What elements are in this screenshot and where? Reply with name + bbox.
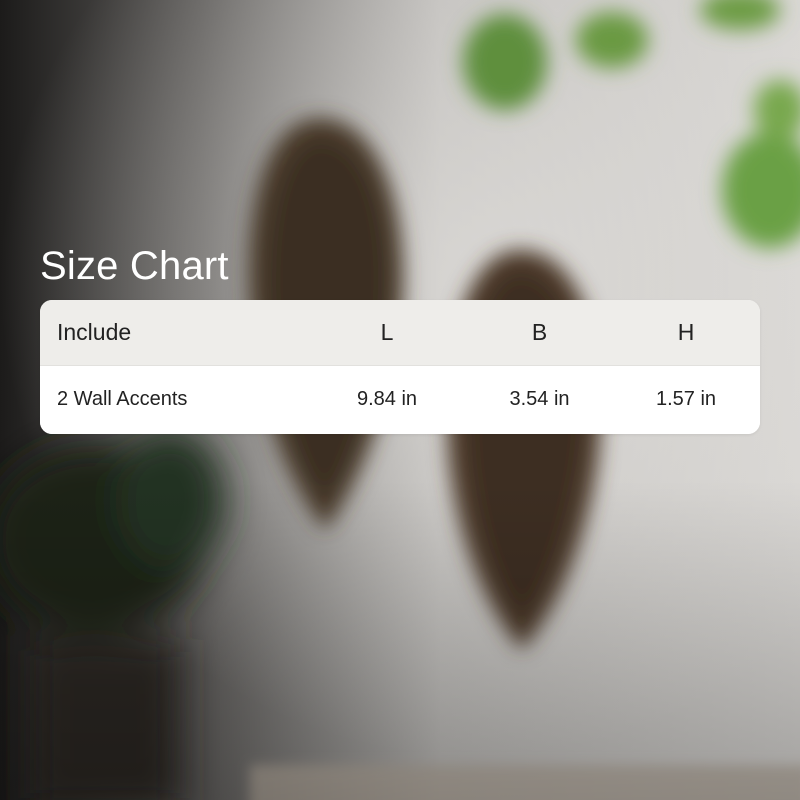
header-breadth: B	[467, 300, 612, 366]
header-height: H	[612, 300, 760, 366]
table-header-row: Include L B H	[40, 300, 760, 366]
page-title: Size Chart	[40, 244, 229, 288]
size-chart-table: Include L B H 2 Wall Accents 9.84 in 3.5…	[40, 300, 760, 434]
size-chart-table-card: Include L B H 2 Wall Accents 9.84 in 3.5…	[40, 300, 760, 434]
cell-length: 9.84 in	[356, 388, 418, 411]
table-row: 2 Wall Accents 9.84 in 3.54 in 1.57 in	[40, 365, 760, 434]
header-include: Include	[40, 300, 307, 366]
cell-height: 1.57 in	[655, 388, 717, 411]
cell-breadth: 3.54 in	[509, 388, 570, 411]
cell-include: 2 Wall Accents	[57, 388, 188, 411]
header-length: L	[307, 300, 467, 366]
